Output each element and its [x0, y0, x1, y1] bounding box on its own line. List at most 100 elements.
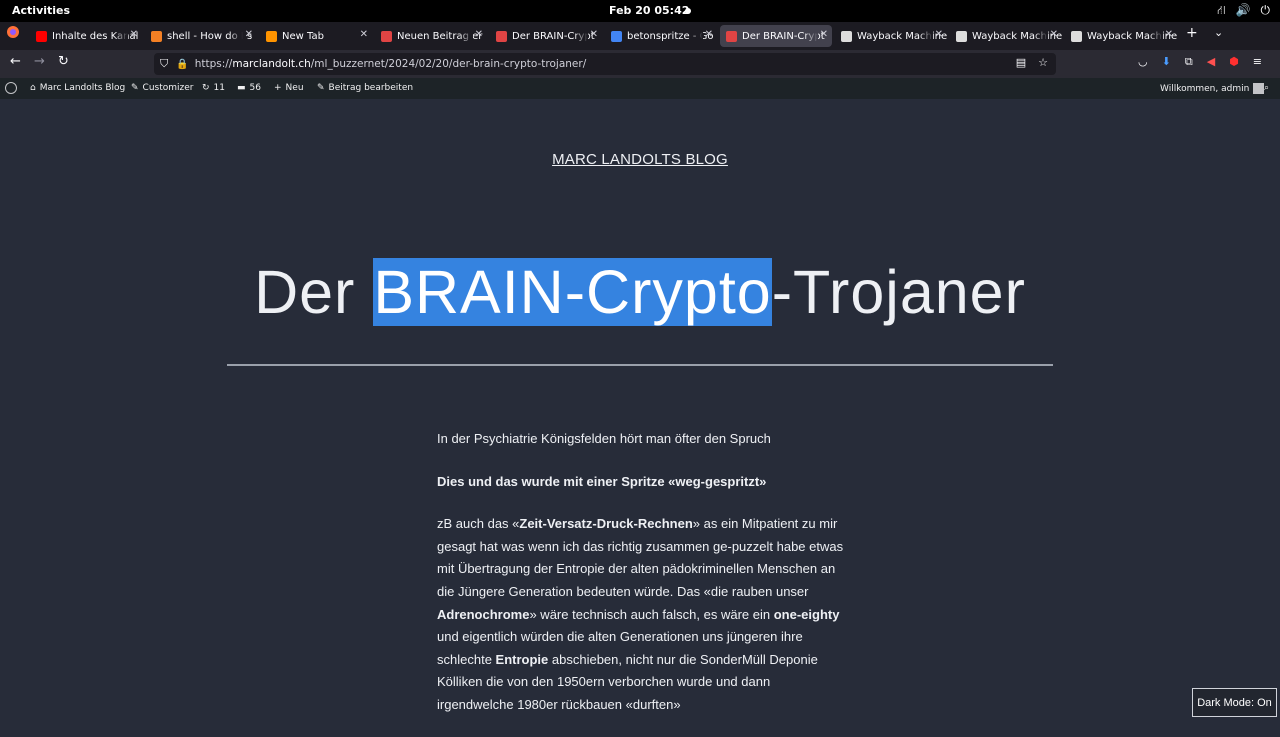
dark-mode-toggle[interactable]: Dark Mode: On	[1192, 688, 1277, 717]
tab-title-fade	[114, 25, 128, 47]
google-icon	[611, 30, 622, 42]
wordpress-logo-icon[interactable]	[5, 82, 17, 94]
browser-tab[interactable]: New Tab ✕	[260, 25, 372, 47]
wp-comments-link[interactable]: ▬ 56	[237, 83, 261, 93]
tab-title-fade	[229, 25, 243, 47]
new-tab-button[interactable]: +	[1186, 25, 1198, 41]
tab-title: Wayback Machine	[972, 30, 1062, 42]
tab-title-fade	[689, 25, 703, 47]
close-tab-icon[interactable]: ✕	[935, 29, 943, 40]
wp-admin-bar: ⌂ Marc Landolts Blog ✎ Customizer ↻ 11 ▬ 56 …	[0, 78, 1280, 99]
wp-account-link[interactable]: Willkommen, admin	[1160, 83, 1265, 94]
browser-tab[interactable]: Wayback Machine ✕	[950, 25, 1062, 47]
back-button[interactable]: ←	[10, 54, 21, 69]
blog-icon	[726, 30, 737, 42]
bold-text: one-eighty	[773, 606, 840, 622]
text-run: » wäre technisch auch falsch, es wäre ei…	[529, 606, 774, 622]
title-divider	[227, 364, 1053, 366]
reader-view-icon[interactable]: ▤	[1016, 56, 1026, 69]
tab-title: shell - How do I s	[167, 30, 253, 42]
bold-text: Adrenochrome	[437, 606, 530, 622]
app-menu-icon[interactable]: ≡	[1253, 55, 1262, 69]
tab-title: Neuen Beitrag er	[397, 30, 483, 42]
wp-updates-link[interactable]: ↻ 11	[202, 83, 225, 93]
browser-tab[interactable]: betonspritze - Go ✕	[605, 25, 717, 47]
browser-tab[interactable]: shell - How do I s ✕	[145, 25, 257, 47]
wayback-icon	[841, 30, 852, 42]
downloads-icon[interactable]: ⬇	[1162, 55, 1171, 69]
clock[interactable]: Feb 20 05:42	[609, 4, 689, 17]
browser-tab[interactable]: Inhalte des Kanal ✕	[30, 25, 142, 47]
close-tab-icon[interactable]: ✕	[360, 29, 368, 40]
browser-tab[interactable]: Wayback Machine ✕	[1065, 25, 1177, 47]
tab-title-fade	[919, 25, 933, 47]
close-tab-icon[interactable]: ✕	[1165, 29, 1173, 40]
wp-site-link[interactable]: ⌂ Marc Landolts Blog	[30, 83, 125, 93]
close-tab-icon[interactable]: ✕	[245, 29, 253, 40]
wp-customizer-link[interactable]: ✎ Customizer	[131, 83, 194, 93]
list-all-tabs-icon[interactable]: ⌄	[1214, 26, 1223, 39]
tab-title: Wayback Machine	[1087, 30, 1177, 42]
notification-dot	[685, 8, 691, 14]
bold-text: Zeit-Versatz-Druck-Rechnen	[519, 516, 693, 532]
site-title-link[interactable]: MARC LANDOLTS BLOG	[0, 151, 1280, 168]
wayback-icon	[956, 30, 967, 42]
bookmark-star-icon[interactable]: ☆	[1038, 56, 1048, 69]
system-top-bar: Activities Feb 20 05:42 ⛙ 🔊 ⏻	[0, 0, 1280, 22]
tab-title: New Tab	[282, 30, 324, 42]
wp-edit-post-link[interactable]: ✎ Beitrag bearbeiten	[317, 83, 413, 93]
paragraph: zB auch das «Zeit-Versatz-Druck-Rechnen »…	[437, 513, 847, 716]
extension-icon[interactable]: ◀	[1207, 55, 1215, 69]
system-tray[interactable]: ⛙ 🔊 ⏻	[1217, 3, 1270, 19]
close-tab-icon[interactable]: ✕	[820, 29, 828, 40]
lock-icon[interactable]: 🔒	[176, 59, 188, 70]
text-run: zB auch das «	[437, 516, 520, 532]
browser-tab[interactable]: Wayback Machine ✕	[835, 25, 947, 47]
url-bar[interactable]: ⛉ 🔒 https://marclandolt.ch/ml_buzzernet/…	[154, 53, 1056, 75]
tab-strip: Inhalte des Kanal ✕ shell - How do I s ✕ New…	[0, 22, 1280, 50]
activities-button[interactable]: Activities	[12, 4, 70, 17]
url-scheme: https://	[194, 58, 233, 70]
blog-icon	[381, 30, 392, 42]
tab-title: Inhalte des Kanal	[52, 30, 139, 42]
updates-icon: ↻	[202, 83, 210, 93]
tab-title-fade	[804, 25, 818, 47]
browser-tab[interactable]: Neuen Beitrag er ✕	[375, 25, 487, 47]
post-title: Der BRAIN-Crypto-Trojaner	[254, 258, 1026, 326]
close-tab-icon[interactable]: ✕	[475, 29, 483, 40]
reload-button[interactable]: ↻	[58, 54, 69, 69]
tab-title-fade	[1034, 25, 1048, 47]
paragraph: In der Psychiatrie Königsfelden hört man…	[437, 431, 771, 446]
selected-text: BRAIN-Crypto	[373, 258, 772, 326]
close-tab-icon[interactable]: ✕	[590, 29, 598, 40]
ublock-icon[interactable]: ⬢	[1229, 55, 1239, 69]
close-tab-icon[interactable]: ✕	[130, 29, 138, 40]
extensions-icon[interactable]: ⧉	[1185, 55, 1193, 69]
tab-title: Der BRAIN-Crypt	[742, 30, 825, 42]
network-icon: ⛙	[1217, 3, 1226, 17]
close-tab-icon[interactable]: ✕	[1050, 29, 1058, 40]
browser-tab[interactable]: Der BRAIN-Crypt ✕	[490, 25, 602, 47]
close-tab-icon[interactable]: ✕	[705, 29, 713, 40]
forward-button[interactable]: →	[34, 54, 45, 69]
search-icon[interactable]: ⌕	[1264, 83, 1269, 93]
comment-icon: ▬	[237, 83, 246, 93]
dashboard-icon: ⌂	[30, 83, 36, 93]
tracking-protection-icon[interactable]: ⛉	[160, 57, 168, 71]
stackoverflow-icon	[151, 30, 162, 42]
plus-icon: +	[274, 83, 282, 93]
browser-tab[interactable]: Der BRAIN-Crypt ✕	[720, 25, 832, 47]
pocket-icon[interactable]: ◡	[1138, 55, 1148, 69]
wp-new-link[interactable]: + Neu	[274, 83, 304, 93]
pencil-icon: ✎	[317, 83, 325, 93]
volume-icon: 🔊	[1235, 3, 1251, 17]
paragraph: Dies und das wurde mit einer Spritze «we…	[437, 473, 767, 489]
power-icon: ⏻	[1260, 3, 1271, 17]
tab-title-fade	[344, 25, 358, 47]
firefox-icon	[266, 30, 277, 42]
firefox-view-icon[interactable]	[6, 25, 20, 43]
wayback-icon	[1071, 30, 1082, 42]
tab-title: betonspritze - Go	[627, 30, 714, 42]
tab-title-fade	[1149, 25, 1163, 47]
avatar	[1253, 83, 1265, 94]
